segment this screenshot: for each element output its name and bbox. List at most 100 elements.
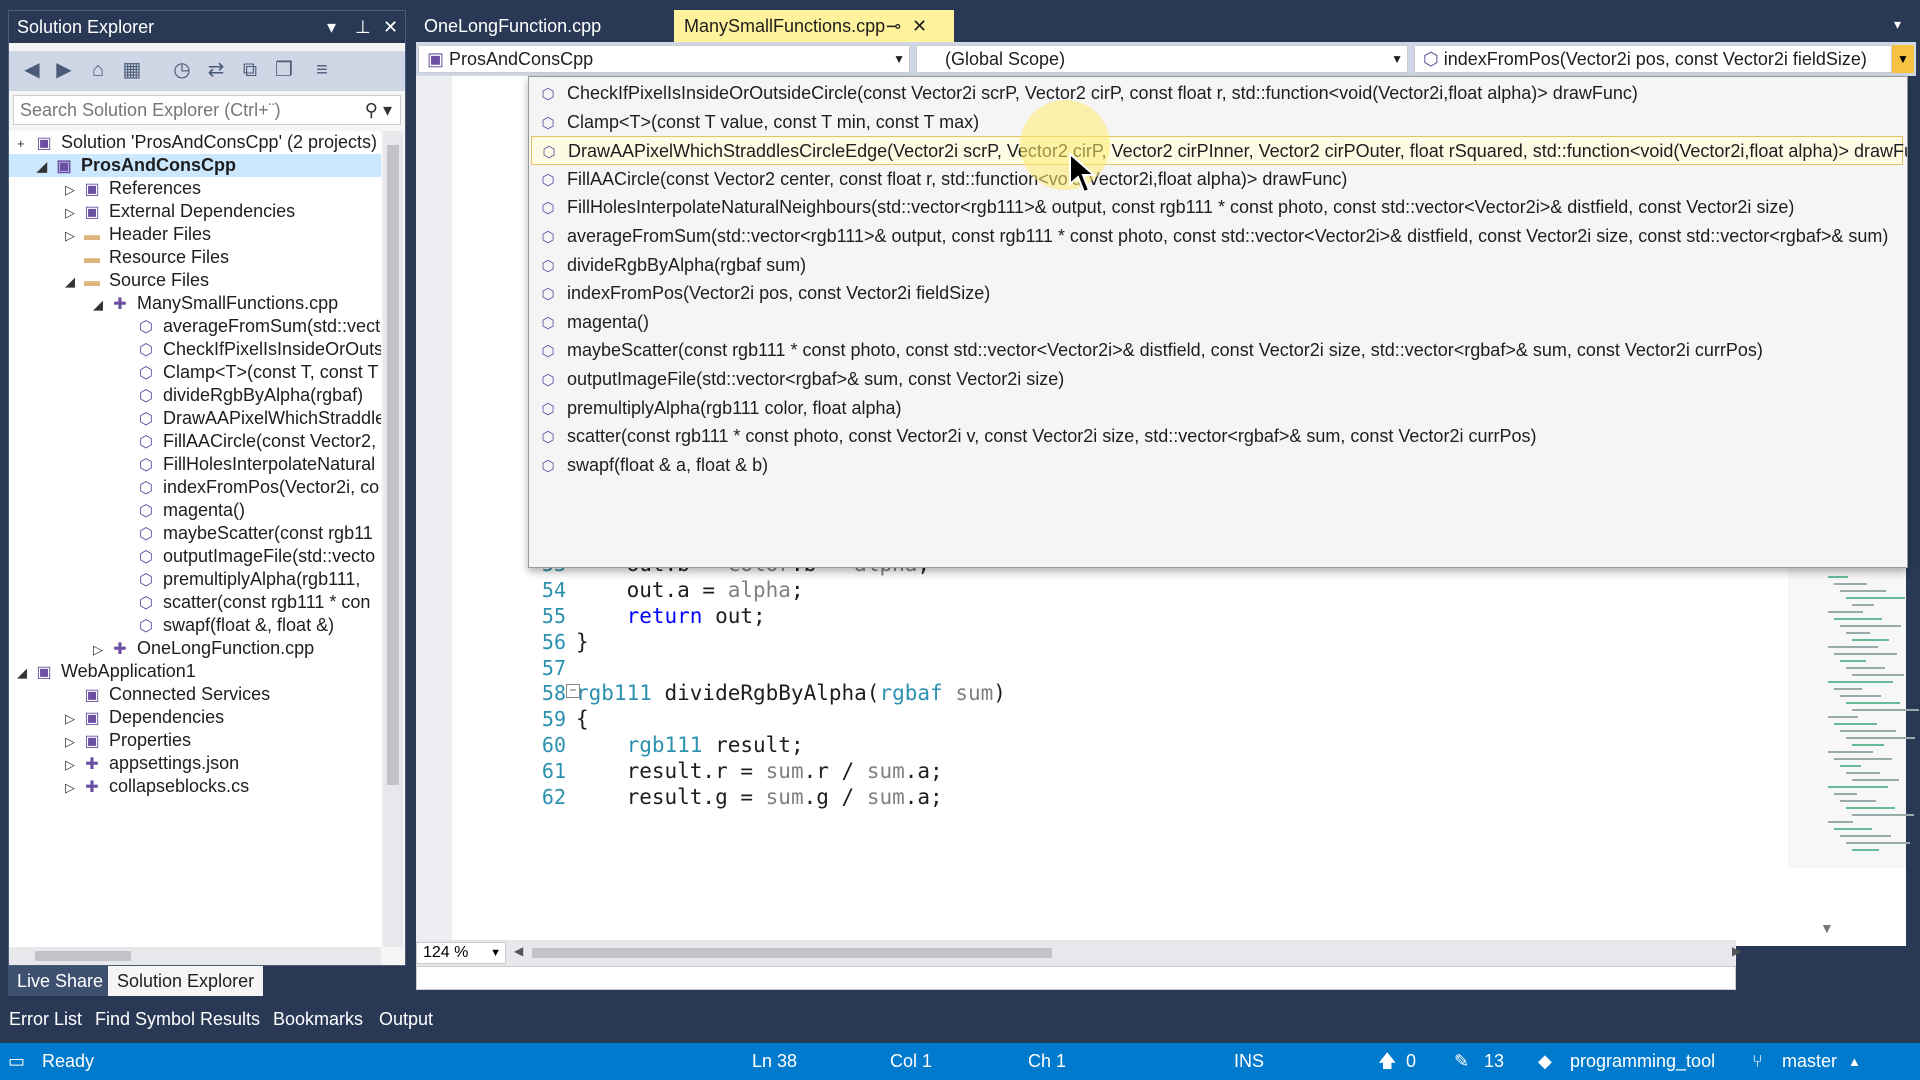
solution-explorer-search-input[interactable]: Search Solution Explorer (Ctrl+¨) ⚲ ▾ bbox=[13, 95, 401, 125]
dropdown-icon[interactable]: ▾ bbox=[327, 11, 336, 43]
tree-item[interactable]: ⬡ indexFromPos(Vector2i, co bbox=[9, 476, 381, 499]
expander-icon[interactable]: ▷ bbox=[65, 201, 81, 224]
expander-icon[interactable]: ◢ bbox=[37, 155, 53, 178]
tree-horizontal-scrollbar[interactable] bbox=[9, 947, 381, 965]
arrow-up-icon[interactable]: 🡅 bbox=[1378, 1043, 1397, 1080]
zoom-dropdown[interactable]: 124 % ▼ bbox=[416, 942, 506, 964]
member-dropdown-toggle[interactable]: ▼ bbox=[1892, 45, 1914, 73]
expander-icon[interactable]: ◢ bbox=[93, 293, 109, 316]
pin-icon[interactable]: ⊥ bbox=[355, 11, 371, 43]
minimap[interactable] bbox=[1788, 568, 1919, 868]
tree-item[interactable]: ⬡ Clamp<T>(const T, const T bbox=[9, 361, 381, 384]
tree-item[interactable]: ▷ ✚ collapseblocks.cs bbox=[9, 775, 381, 798]
status-up-count[interactable]: 0 bbox=[1406, 1043, 1416, 1080]
tree-item[interactable]: ⬡ scatter(const rgb111 * con bbox=[9, 591, 381, 614]
expander-icon[interactable]: ▷ bbox=[65, 224, 81, 247]
tree-item[interactable]: ◢ ✚ ManySmallFunctions.cpp bbox=[9, 292, 381, 315]
expander-icon[interactable]: + bbox=[17, 132, 33, 155]
code-line[interactable]: result.g = sum.g / sum.a; bbox=[576, 782, 943, 813]
tree-item[interactable]: ▬ Resource Files bbox=[9, 246, 381, 269]
expander-icon[interactable]: ▷ bbox=[65, 178, 81, 201]
tree-item[interactable]: ⬡ averageFromSum(std::vect bbox=[9, 315, 381, 338]
tree-item[interactable]: ▷ ✚ appsettings.json bbox=[9, 752, 381, 775]
tree-item[interactable]: ◢ ▣ ProsAndConsCpp bbox=[9, 154, 381, 177]
expander-icon[interactable]: ▷ bbox=[65, 707, 81, 730]
tree-item[interactable]: ▷ ▣ References bbox=[9, 177, 381, 200]
show-all-files-icon[interactable]: ❐ bbox=[271, 57, 297, 83]
member-list-item[interactable]: ⬡ maybeScatter(const rgb111 * const photo… bbox=[531, 336, 1903, 365]
pencil-icon[interactable]: ✎ bbox=[1454, 1043, 1469, 1080]
tab-live-share[interactable]: Live Share bbox=[8, 966, 113, 996]
expander-icon[interactable]: ▷ bbox=[93, 638, 109, 661]
member-list-item[interactable]: ⬡ premultiplyAlpha(rgb111 color, float al… bbox=[531, 394, 1903, 423]
expander-icon[interactable]: ◢ bbox=[17, 661, 33, 684]
tree-item[interactable]: ⬡ outputImageFile(std::vecto bbox=[9, 545, 381, 568]
tree-item[interactable]: ⬡ premultiplyAlpha(rgb111, bbox=[9, 568, 381, 591]
member-list-item[interactable]: ⬡ averageFromSum(std::vector<rgb111>& out… bbox=[531, 222, 1903, 251]
tab-many-small-functions[interactable]: ManySmallFunctions.cpp ⊸ ✕ bbox=[674, 10, 954, 42]
close-icon[interactable]: ✕ bbox=[383, 11, 398, 43]
collapse-all-icon[interactable]: ⧉ bbox=[237, 57, 263, 83]
scroll-left-icon[interactable]: ◀ bbox=[514, 944, 523, 958]
tab-find-symbol-results[interactable]: Find Symbol Results bbox=[86, 1004, 269, 1034]
pin-icon[interactable]: ⊸ bbox=[886, 10, 901, 42]
tree-item[interactable]: ◢ ▬ Source Files bbox=[9, 269, 381, 292]
member-list-item[interactable]: ⬡ CheckIfPixelIsInsideOrOutsideCircle(con… bbox=[531, 79, 1903, 108]
tab-bookmarks[interactable]: Bookmarks bbox=[264, 1004, 372, 1034]
member-list-item[interactable]: ⬡ scatter(const rgb111 * const photo, con… bbox=[531, 422, 1903, 451]
tree-item[interactable]: ▷ ▣ External Dependencies bbox=[9, 200, 381, 223]
tab-error-list[interactable]: Error List bbox=[0, 1004, 91, 1034]
properties-icon[interactable]: ≡ bbox=[309, 57, 335, 83]
project-dropdown[interactable]: ▣ ProsAndConsCpp ▼ bbox=[418, 45, 910, 73]
member-list-item[interactable]: ⬡ divideRgbByAlpha(rgbaf sum) bbox=[531, 251, 1903, 280]
editor-horizontal-scrollbar[interactable]: 124 % ▼ ◀ ▶ bbox=[416, 940, 1741, 966]
member-list-item[interactable]: ⬡ DrawAAPixelWhichStraddlesCircleEdge(Vec… bbox=[531, 136, 1907, 166]
tree-item[interactable]: ◢ ▣ WebApplication1 bbox=[9, 660, 381, 683]
expander-icon[interactable]: ▷ bbox=[65, 776, 81, 799]
tab-output[interactable]: Output bbox=[370, 1004, 442, 1034]
member-list-item[interactable]: ⬡ indexFromPos(Vector2i pos, const Vector… bbox=[531, 279, 1903, 308]
horizontal-scroll-thumb[interactable] bbox=[532, 948, 1052, 958]
tree-item[interactable]: + ▣ Solution 'ProsAndConsCpp' (2 projects) bbox=[9, 131, 381, 154]
tree-item[interactable]: ⬡ FillHolesInterpolateNatural bbox=[9, 453, 381, 476]
status-edit-count[interactable]: 13 bbox=[1484, 1043, 1504, 1080]
scope-dropdown[interactable]: (Global Scope) ▼ bbox=[916, 45, 1408, 73]
code-line[interactable]: } bbox=[576, 627, 589, 658]
scroll-right-icon[interactable]: ▶ bbox=[1732, 944, 1741, 958]
tab-solution-explorer[interactable]: Solution Explorer bbox=[108, 966, 264, 996]
tab-one-long-function[interactable]: OneLongFunction.cpp bbox=[414, 10, 611, 42]
tree-item[interactable]: ⬡ divideRgbByAlpha(rgbaf) bbox=[9, 384, 381, 407]
tree-item[interactable]: ▣ Connected Services bbox=[9, 683, 381, 706]
collapse-icon[interactable]: − bbox=[566, 684, 580, 699]
tree-item[interactable]: ⬡ magenta() bbox=[9, 499, 381, 522]
status-branch[interactable]: master bbox=[1782, 1043, 1837, 1080]
expander-icon[interactable]: ▷ bbox=[65, 753, 81, 776]
member-list-item[interactable]: ⬡ FillAACircle(const Vector2 center, cons… bbox=[531, 165, 1903, 194]
tab-overflow-icon[interactable]: ▾ bbox=[1894, 16, 1901, 33]
member-list-item[interactable]: ⬡ Clamp<T>(const T value, const T min, co… bbox=[531, 108, 1903, 137]
expander-icon[interactable]: ▷ bbox=[65, 730, 81, 753]
home-icon[interactable]: ⌂ bbox=[85, 57, 111, 83]
tree-item[interactable]: ⬡ maybeScatter(const rgb11 bbox=[9, 522, 381, 545]
member-list-item[interactable]: ⬡ swapf(float & a, float & b) bbox=[531, 451, 1903, 480]
tree-item[interactable]: ⬡ CheckIfPixelIsInsideOrOuts bbox=[9, 338, 381, 361]
tree-item[interactable]: ▷ ✚ OneLongFunction.cpp bbox=[9, 637, 381, 660]
tree-item[interactable]: ▷ ▣ Dependencies bbox=[9, 706, 381, 729]
forward-icon[interactable]: ▶ bbox=[51, 57, 77, 83]
sync-icon[interactable]: ⇄ bbox=[203, 57, 229, 83]
tree-vertical-scrollbar[interactable] bbox=[383, 131, 403, 947]
tree-item[interactable]: ⬡ DrawAAPixelWhichStraddle bbox=[9, 407, 381, 430]
member-dropdown[interactable]: ⬡ indexFromPos(Vector2i pos, const Vecto… bbox=[1414, 45, 1892, 73]
tree-item[interactable]: ▷ ▣ Properties bbox=[9, 729, 381, 752]
member-list-dropdown[interactable]: ⬡ CheckIfPixelIsInsideOrOutsideCircle(con… bbox=[528, 76, 1908, 568]
tree-item[interactable]: ▷ ▬ Header Files bbox=[9, 223, 381, 246]
member-list-item[interactable]: ⬡ FillHolesInterpolateNaturalNeighbours(s… bbox=[531, 193, 1903, 222]
code-line[interactable]: rgb111 divideRgbByAlpha(rgbaf sum) bbox=[576, 678, 1006, 709]
scroll-down-icon[interactable]: ▼ bbox=[1820, 920, 1834, 936]
search-icon[interactable]: ⚲ ▾ bbox=[365, 96, 392, 124]
member-list-item[interactable]: ⬡ magenta() bbox=[531, 308, 1903, 337]
tree-item[interactable]: ⬡ swapf(float &, float &) bbox=[9, 614, 381, 637]
back-icon[interactable]: ◀ bbox=[19, 57, 45, 83]
close-icon[interactable]: ✕ bbox=[912, 10, 927, 42]
member-list-item[interactable]: ⬡ outputImageFile(std::vector<rgbaf>& sum… bbox=[531, 365, 1903, 394]
